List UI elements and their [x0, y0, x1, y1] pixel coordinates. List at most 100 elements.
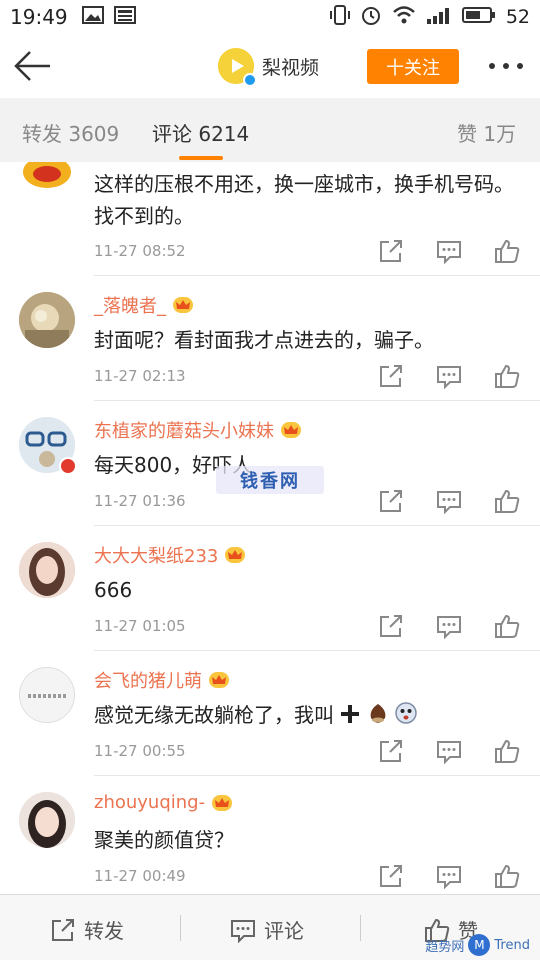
nav-bar: 梨视频 十关注: [0, 34, 540, 98]
repost-label: 转发: [84, 919, 124, 943]
comment-item: 会飞的猪儿萌 感觉无缘无故躺枪了，我叫 11-27 00:55: [0, 651, 540, 776]
channel-name[interactable]: 梨视频: [262, 53, 319, 80]
commenter-name-text: zhouyuqing-: [94, 792, 206, 813]
alarm-icon: [360, 4, 382, 31]
scared-face-emoji-icon: [395, 701, 417, 733]
repost-button[interactable]: 转发: [50, 915, 124, 944]
comment-text-body: 感觉无缘无故躺枪了，我叫: [94, 703, 334, 727]
commenter-name[interactable]: _落魄者_: [94, 292, 194, 318]
tab-likes[interactable]: 赞 1万: [457, 118, 516, 147]
vip-crown-icon: [211, 794, 233, 812]
back-arrow-icon[interactable]: [12, 46, 54, 86]
more-options-icon[interactable]: [488, 58, 524, 74]
comment-label: 评论: [264, 919, 304, 943]
tab-bar: 转发 3609 评论 6214 赞 1万: [0, 98, 540, 162]
wifi-icon: [392, 5, 416, 30]
vip-crown-icon: [280, 421, 302, 439]
comment-time: 11-27 00:49: [94, 867, 186, 885]
like-icon[interactable]: [494, 738, 520, 764]
channel-info[interactable]: 梨视频: [218, 48, 319, 87]
reply-icon[interactable]: [436, 488, 462, 515]
watermark-brand: Trend: [494, 937, 530, 953]
comment-actions: [378, 238, 520, 265]
comment-time: 11-27 02:13: [94, 367, 186, 385]
vip-crown-icon: [224, 546, 246, 564]
comment-text: 封面呢？看封面我才点进去的，骗子。: [94, 328, 434, 352]
watermark-stamp: 钱香网: [216, 466, 324, 494]
commenter-name[interactable]: 会飞的猪儿萌: [94, 667, 230, 693]
comment-time: 11-27 01:36: [94, 492, 186, 510]
watermark-text: 趋势网: [425, 939, 465, 955]
commenter-name-text: 大大大梨纸233: [94, 546, 219, 567]
share-icon[interactable]: [378, 738, 404, 764]
comment-text: 聚美的颜值贷？: [94, 828, 234, 852]
comment-text: 这样的压根不用还，换一座城市，换手机号码。找不到的。: [94, 172, 514, 228]
news-notification-icon: [113, 5, 136, 29]
site-watermark: 趋势网 M Trend: [425, 934, 530, 956]
commenter-avatar[interactable]: [19, 292, 75, 348]
reply-icon[interactable]: [436, 863, 462, 890]
commenter-avatar[interactable]: [19, 162, 75, 192]
comment-item: 大大大梨纸233 666 11-27 01:05: [0, 526, 540, 651]
commenter-name[interactable]: 大大大梨纸233: [94, 542, 246, 568]
comment-actions: [378, 363, 520, 390]
page: 19:49 52 梨视频 十关注 转发 3609 评论 6214 赞 1万 这样…: [0, 0, 540, 960]
vibrate-icon: [329, 4, 350, 31]
share-icon[interactable]: [378, 863, 404, 889]
comment-item: 东植家的蘑菇头小妹妹 每天800，好吓人 11-27 01:36: [0, 401, 540, 526]
reply-icon[interactable]: [436, 613, 462, 640]
reply-icon[interactable]: [436, 363, 462, 390]
commenter-avatar[interactable]: [19, 792, 75, 848]
gallery-notification-icon: [81, 5, 104, 29]
comment-actions: [378, 613, 520, 640]
comment-actions: [378, 488, 520, 515]
reply-icon[interactable]: [436, 238, 462, 265]
like-icon[interactable]: [494, 863, 520, 889]
comment-time: 11-27 08:52: [94, 242, 186, 260]
channel-avatar[interactable]: [218, 48, 257, 87]
vip-crown-icon: [172, 296, 194, 314]
share-icon[interactable]: [378, 488, 404, 514]
commenter-name-text: 东植家的蘑菇头小妹妹: [94, 421, 274, 442]
comment-item: zhouyuqing- 聚美的颜值贷？ 11-27 00:49: [0, 776, 540, 894]
tab-repost[interactable]: 转发 3609: [22, 118, 119, 147]
like-icon[interactable]: [494, 363, 520, 389]
like-icon[interactable]: [494, 613, 520, 639]
comment-button[interactable]: 评论: [230, 915, 304, 944]
comment-text: 666: [94, 578, 133, 602]
share-icon[interactable]: [378, 613, 404, 639]
commenter-avatar[interactable]: [19, 542, 75, 598]
like-icon[interactable]: [494, 238, 520, 264]
repost-icon: [52, 918, 74, 941]
commenter-name-text: _落魄者_: [94, 296, 166, 317]
comment-time: 11-27 00:55: [94, 742, 186, 760]
share-icon[interactable]: [378, 238, 404, 264]
watermark-logo: M: [468, 934, 491, 956]
comment-icon: [231, 919, 255, 943]
comment-actions: [378, 738, 520, 765]
bottom-action-bar: 转发 评论 赞 趋势网 M Trend: [0, 894, 540, 960]
status-bar: 19:49 52: [0, 0, 540, 34]
share-icon[interactable]: [378, 363, 404, 389]
verified-badge-icon: [243, 73, 257, 87]
commenter-name[interactable]: 东植家的蘑菇头小妹妹: [94, 417, 302, 443]
commenter-avatar[interactable]: [19, 417, 77, 475]
comment-time: 11-27 01:05: [94, 617, 186, 635]
battery-icon: [461, 6, 496, 29]
follow-button[interactable]: 十关注: [367, 49, 459, 84]
comment-item: 这样的压根不用还，换一座城市，换手机号码。找不到的。 11-27 08:52: [0, 162, 540, 276]
plus-emoji-icon: [340, 701, 360, 733]
comment-text: 感觉无缘无故躺枪了，我叫: [94, 699, 524, 733]
commenter-name-text: 会飞的猪儿萌: [94, 671, 202, 692]
tab-comments[interactable]: 评论 6214: [152, 118, 249, 147]
comment-actions: [378, 863, 520, 890]
like-icon[interactable]: [494, 488, 520, 514]
reply-icon[interactable]: [436, 738, 462, 765]
commenter-avatar[interactable]: [19, 667, 75, 723]
battery-level: 52: [505, 6, 530, 28]
signal-icon: [426, 6, 452, 29]
chestnut-emoji-icon: [367, 701, 389, 733]
commenter-name[interactable]: zhouyuqing-: [94, 792, 233, 813]
comment-list[interactable]: 这样的压根不用还，换一座城市，换手机号码。找不到的。 11-27 08:52 _…: [0, 162, 540, 894]
status-time: 19:49: [10, 5, 68, 29]
